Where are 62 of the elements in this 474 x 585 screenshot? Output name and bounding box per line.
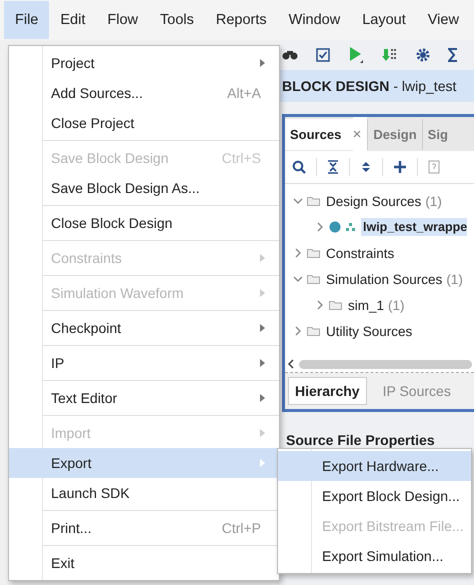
header-title: BLOCK DESIGN <box>282 78 390 94</box>
menu-item[interactable]: Text Editor <box>9 383 279 413</box>
properties-heading: Source File Properties <box>285 432 436 448</box>
menu-item[interactable]: Checkpoint <box>9 313 279 343</box>
tree-item[interactable]: sim_1 <box>346 296 386 314</box>
menu-item[interactable]: IP <box>9 348 279 378</box>
menu-item[interactable]: Launch SDK <box>9 478 279 508</box>
menu-item[interactable]: Exit <box>9 548 279 578</box>
menu-bar-item[interactable]: Layout <box>351 1 417 39</box>
folder-icon <box>307 274 320 284</box>
expand-chevron-icon[interactable] <box>315 222 325 232</box>
folder-icon <box>307 196 320 206</box>
panel-tab[interactable]: Hierarchy <box>288 377 367 405</box>
menu-bar-item[interactable]: Window <box>278 1 352 39</box>
menu-bar-item[interactable]: Tools <box>149 1 205 39</box>
add-icon[interactable] <box>393 160 407 174</box>
menu-bar-item[interactable]: Flow <box>96 1 149 39</box>
expand-chevron-icon[interactable] <box>293 326 303 336</box>
menu-item[interactable]: Add Sources... Alt+A <box>9 78 279 108</box>
hierarchy-icon <box>345 222 357 232</box>
tree-item[interactable]: Design Sources <box>324 192 424 210</box>
status-dot-icon <box>329 221 341 233</box>
menu-bar-item[interactable]: Reports <box>204 1 278 39</box>
panel-tab[interactable]: Sources <box>285 118 354 150</box>
item-count: (1) <box>446 272 463 286</box>
folder-icon <box>307 326 320 336</box>
settings-icon[interactable] <box>416 48 430 62</box>
menu-bar-item[interactable]: View <box>416 1 470 39</box>
sigma-icon[interactable] <box>448 48 458 62</box>
search-icon[interactable] <box>292 160 306 174</box>
checkbox-icon[interactable] <box>316 48 330 62</box>
folder-icon <box>307 248 320 258</box>
menu-item[interactable]: Close Block Design <box>9 208 279 238</box>
menu-item[interactable]: Export <box>9 448 279 478</box>
tree-item[interactable]: Utility Sources <box>324 322 414 340</box>
menu-item[interactable]: Export Simulation... <box>278 541 471 571</box>
menu-item[interactable]: Print... Ctrl+P <box>9 513 279 543</box>
item-count: (1) <box>425 194 442 208</box>
collapse-all-icon[interactable] <box>327 160 339 174</box>
menu-bar-item[interactable]: File <box>4 1 50 39</box>
expand-all-icon[interactable] <box>360 160 372 174</box>
menu-bar-item[interactable]: Edit <box>49 1 96 39</box>
menu-item[interactable]: Export Block Design... <box>278 481 471 511</box>
menu-item[interactable]: Save Block Design As... <box>9 173 279 203</box>
binoculars-icon[interactable] <box>282 49 298 61</box>
menu-item[interactable]: Export Hardware... <box>278 451 471 481</box>
tree-item[interactable]: Simulation Sources <box>324 270 444 288</box>
tree-item[interactable]: lwip_test_wrappe <box>361 218 468 236</box>
panel-tab[interactable]: Design <box>367 118 422 150</box>
collapse-chevron-icon[interactable] <box>293 274 303 284</box>
panel-tab[interactable]: Sig <box>422 118 453 150</box>
header-subtitle: - lwip_test <box>393 78 456 94</box>
tree-item[interactable]: Constraints <box>324 244 396 262</box>
expand-chevron-icon[interactable] <box>293 248 303 258</box>
expand-chevron-icon[interactable] <box>315 300 325 310</box>
collapse-chevron-icon[interactable] <box>293 196 303 206</box>
menu-item[interactable]: Close Project <box>9 108 279 138</box>
scroll-left-icon[interactable] <box>287 359 295 369</box>
folder-icon <box>329 300 342 310</box>
menu-item[interactable]: Project <box>9 48 279 78</box>
item-count: (1) <box>388 298 405 312</box>
download-bars-icon[interactable] <box>382 47 398 63</box>
